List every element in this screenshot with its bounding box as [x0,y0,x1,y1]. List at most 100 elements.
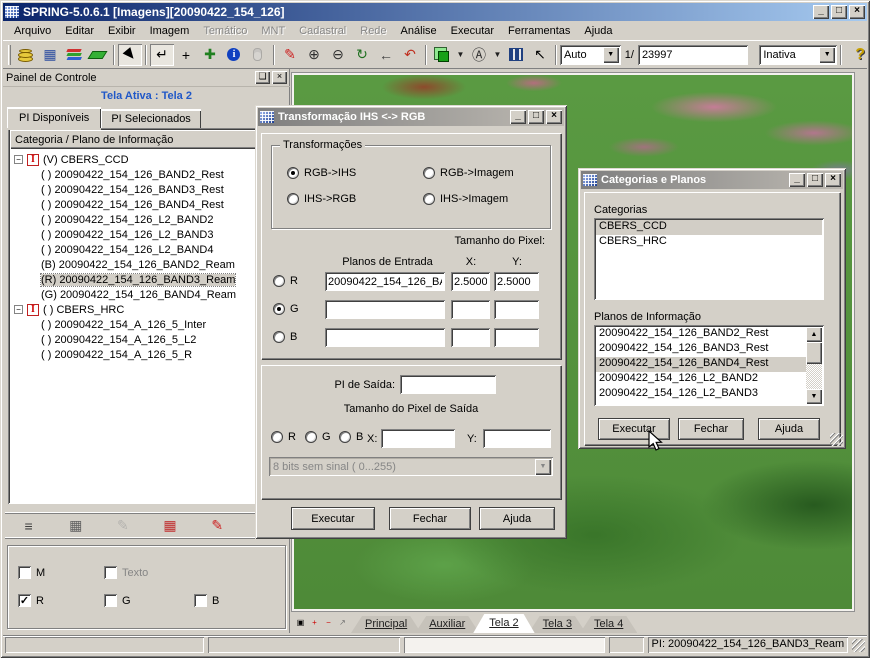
menu-editar[interactable]: Editar [58,23,101,39]
plane-list-item[interactable]: 20090422_154_126_BAND4_Rest [596,357,806,372]
erase-icon[interactable]: ✎ [205,515,229,537]
checkbox-box[interactable] [194,594,207,607]
plane-list-item[interactable]: 20090422_154_126_BAND2_Rest [596,327,806,342]
detach-screen-icon[interactable]: ↗ [336,611,349,633]
screen-tab-tela-3[interactable]: Tela 3 [529,616,586,633]
pixel-x-b-input[interactable] [451,328,490,347]
toolbar-handle[interactable] [8,45,11,65]
close-dialog-button[interactable]: Fechar [389,507,471,530]
scroll-down-icon[interactable]: ▼ [806,389,822,404]
checkbox-b[interactable]: B [194,594,219,607]
recompose-icon[interactable]: ↻ [350,44,374,66]
ihs-dialog-titlebar[interactable]: Transformação IHS <-> RGB _ □ × [258,108,564,126]
label-scale-icon[interactable]: Ⓐ [467,44,491,66]
help-button[interactable]: Ajuda [479,507,555,530]
cursor-mode-combo[interactable]: Inativa ▼ [759,45,837,65]
scroll-up-icon[interactable]: ▲ [806,327,822,342]
screen-grid-icon[interactable]: ▣ [294,611,307,633]
table-view-icon[interactable]: ▦ [64,515,88,537]
cursor-add-icon[interactable]: ↖ [528,44,552,66]
close-button[interactable]: × [849,5,865,19]
tab-pi-disponiveis[interactable]: PI Disponíveis [7,107,101,128]
close-panel-icon[interactable]: × [272,71,287,84]
menu-arquivo[interactable]: Arquivo [7,23,58,39]
tree-plane-row[interactable]: ( ) 20090422_154_126_L2_BAND4 [14,242,283,257]
add-screen-icon[interactable]: + [308,611,321,633]
scale-denominator-input[interactable] [638,45,748,65]
screen-tab-principal[interactable]: Principal [351,616,421,633]
close-button[interactable]: × [825,173,841,187]
plane-list-item[interactable]: 20090422_154_126_L2_BAND2 [596,372,806,387]
tree-plane-row[interactable]: ( ) 20090422_154_126_BAND3_Rest [14,182,283,197]
tree-plane-row[interactable]: ( ) 20090422_154_126_BAND2_Rest [14,167,283,182]
close-dialog-button[interactable]: Fechar [678,418,744,440]
scale-mode-combo[interactable]: Auto ▼ [560,45,621,65]
info-icon[interactable] [222,44,246,66]
expand-icon[interactable]: − [14,305,23,314]
checkbox-m[interactable]: M [18,566,45,579]
checkbox-g[interactable]: G [104,594,131,607]
minimize-button[interactable]: _ [510,110,526,124]
tree-plane-row[interactable]: ( ) 20090422_154_126_L2_BAND3 [14,227,283,242]
tree-plane-row[interactable]: (R) 20090422_154_126_BAND3_Ream [14,272,283,287]
minimize-button[interactable]: _ [813,5,829,19]
pointer-select-icon[interactable] [118,44,142,66]
checkbox-r[interactable]: ✓R [18,594,44,607]
radio-output-b[interactable] [339,431,351,443]
menu-ajuda[interactable]: Ajuda [577,23,619,39]
pixel-y-b-input[interactable] [494,328,539,347]
zoom-out-icon[interactable]: ⊖ [326,44,350,66]
execute-button[interactable]: Executar [291,507,375,530]
tree-header[interactable]: Categoria / Plano de Informação [10,130,283,149]
undock-panel-icon[interactable]: ❏ [255,71,270,84]
tree-plane-row[interactable]: ( ) 20090422_154_A_126_5_R [14,347,283,362]
pan-icon[interactable]: ✚ [198,44,222,66]
project-icon[interactable]: ▦ [38,44,62,66]
radio-ihs-to-rgb[interactable] [287,193,299,205]
tree-category-row[interactable]: −I(V) CBERS_CCD [14,152,283,167]
plane-g-input[interactable] [325,300,445,319]
category-list-item[interactable]: CBERS_CCD [596,220,822,235]
table-edit-icon[interactable]: ▦ [158,515,182,537]
tree-category-row[interactable]: −I( ) CBERS_HRC [14,302,283,317]
radio-output-g[interactable] [305,431,317,443]
close-button[interactable]: × [546,110,562,124]
category-list-item[interactable]: CBERS_HRC [596,235,822,250]
scrollbar-thumb[interactable] [806,342,822,364]
plane-r-input[interactable] [325,272,445,291]
plane-list-item[interactable]: 20090422_154_126_L2_BAND3 [596,387,806,402]
checkbox-box[interactable] [18,566,31,579]
menu-imagem[interactable]: Imagem [143,23,197,39]
tree-plane-row[interactable]: ( ) 20090422_154_126_BAND4_Rest [14,197,283,212]
measure-edit-icon[interactable]: ✎ [278,44,302,66]
checkbox-box[interactable]: ✓ [18,594,31,607]
list-mode-icon[interactable]: ≡ [17,515,41,537]
pixel-x-r-input[interactable] [451,272,490,291]
resize-grip[interactable] [830,433,843,446]
tree-plane-row[interactable]: ( ) 20090422_154_126_L2_BAND2 [14,212,283,227]
radio-channel-g[interactable] [273,303,285,315]
resize-grip[interactable] [852,639,865,652]
label-dropdown-icon[interactable]: ▼ [491,44,504,66]
radio-rgb-to-imagem[interactable] [423,167,435,179]
tab-pi-selecionados[interactable]: PI Selecionados [101,109,201,128]
pixel-y-g-input[interactable] [494,300,539,319]
radio-channel-r[interactable] [273,275,285,287]
screen-tab-auxiliar[interactable]: Auxiliar [415,616,479,633]
pixel-x-g-input[interactable] [451,300,490,319]
radio-rgb-to-ihs[interactable] [287,167,299,179]
tree-plane-row[interactable]: (B) 20090422_154_126_BAND2_Ream [14,257,283,272]
menu-executar[interactable]: Executar [444,23,501,39]
layers-icon[interactable] [62,44,86,66]
undo-icon[interactable]: ↶ [398,44,422,66]
screen-tab-tela-2[interactable]: Tela 2 [473,614,534,633]
plane-list-item[interactable]: 20090422_154_126_BAND3_Rest [596,342,806,357]
draw-area-icon[interactable] [86,44,110,66]
output-pixel-y-input[interactable] [483,429,551,448]
previous-zoom-icon[interactable]: ← [374,44,398,66]
radio-output-r[interactable] [271,431,283,443]
execute-button[interactable]: Executar [598,418,670,440]
planes-scrollbar[interactable]: ▲ ▼ [806,327,822,404]
output-pixel-x-input[interactable] [381,429,455,448]
categories-dialog-titlebar[interactable]: Categorias e Planos _ □ × [581,171,843,189]
